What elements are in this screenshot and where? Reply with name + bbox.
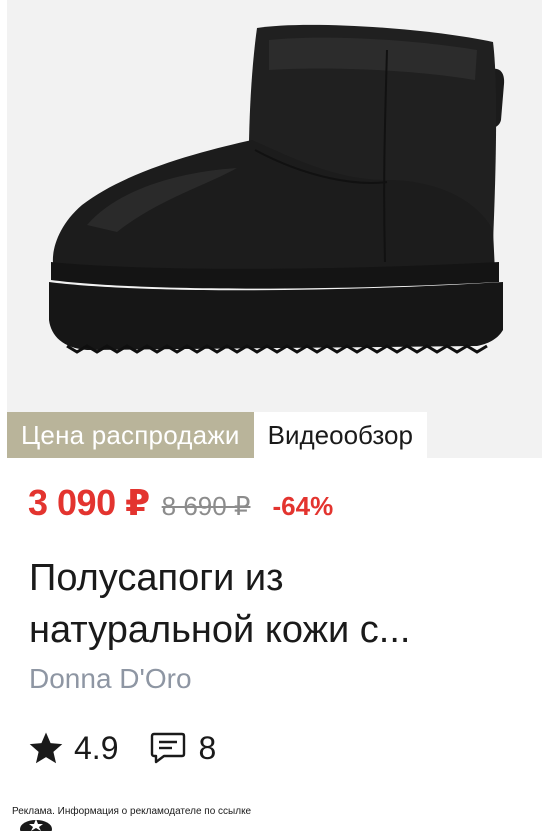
discount-badge: -64% xyxy=(272,491,334,521)
brand-name[interactable]: Donna D'Oro xyxy=(29,663,192,695)
rating-row: 4.9 8 xyxy=(28,726,216,770)
sale-badge: Цена распродажи xyxy=(7,412,254,458)
advertiser-logo-icon xyxy=(12,815,52,831)
comment-icon xyxy=(150,731,186,765)
product-image[interactable] xyxy=(7,0,542,458)
old-price: 8 690 ₽ xyxy=(161,491,251,521)
current-price: 3 090 ₽ xyxy=(28,482,150,523)
boot-illustration xyxy=(49,24,505,354)
rating-value: 4.9 xyxy=(74,729,119,766)
video-review-badge[interactable]: Видеообзор xyxy=(253,412,427,458)
star-icon xyxy=(28,731,64,765)
badge-row: Цена распродажи Видеообзор xyxy=(7,412,427,458)
price-row: 3 090 ₽ 8 690 ₽ -64% xyxy=(28,482,333,524)
product-title[interactable]: Полусапоги из натуральной кожи с... xyxy=(29,552,519,656)
reviews-count: 8 xyxy=(198,729,217,766)
reviews-link[interactable]: 8 xyxy=(150,730,216,767)
